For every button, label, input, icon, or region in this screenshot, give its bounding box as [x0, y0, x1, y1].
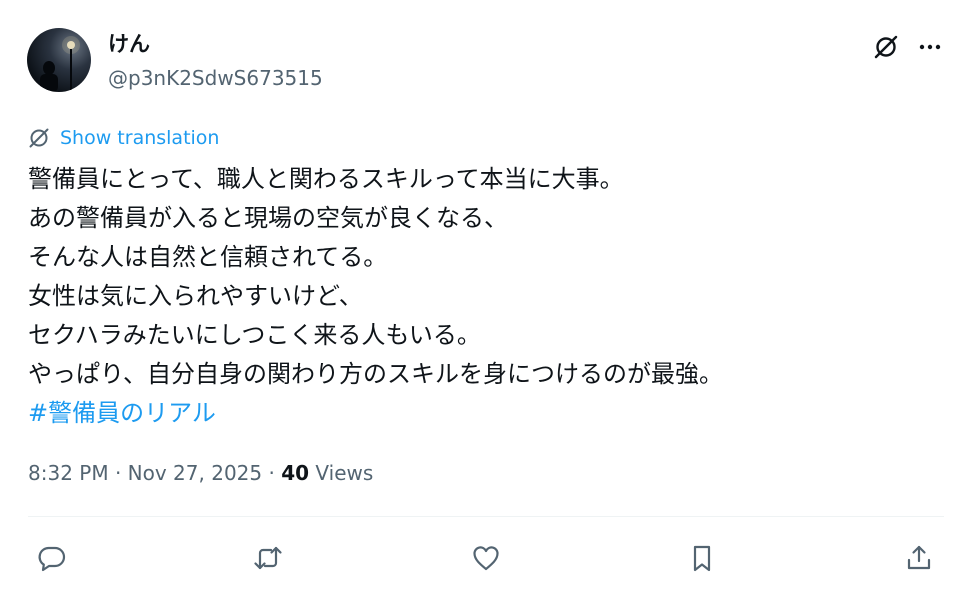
share-button[interactable] [897, 536, 941, 580]
avatar[interactable] [27, 28, 91, 92]
tweet-meta: 8:32 PM · Nov 27, 2025 · 40 Views [28, 458, 373, 488]
tweet-line: あの警備員が入ると現場の空気が良くなる、 [28, 204, 508, 232]
divider [28, 516, 944, 517]
user-handle[interactable]: @p3nK2SdwS673515 [108, 64, 323, 92]
retweet-button[interactable] [246, 536, 290, 580]
bookmark-icon [693, 545, 711, 572]
show-translation-label: Show translation [60, 127, 220, 149]
more-icon [919, 44, 941, 50]
grok-button[interactable] [870, 31, 902, 63]
display-name[interactable]: けん [108, 30, 150, 58]
retweet-icon [254, 546, 282, 570]
show-translation-link[interactable]: Show translation [28, 124, 219, 152]
timestamp[interactable]: 8:32 PM · Nov 27, 2025 · [28, 461, 281, 485]
grok-icon [874, 35, 898, 59]
tweet-line: 警備員にとって、職人と関わるスキルって本当に大事。 [28, 165, 624, 193]
share-icon [907, 545, 931, 570]
reply-button[interactable] [30, 536, 74, 580]
tweet-line: そんな人は自然と信頼されてる。 [28, 243, 388, 271]
tweet-text: 警備員にとって、職人と関わるスキルって本当に大事。 あの警備員が入ると現場の空気… [28, 160, 948, 433]
like-icon [473, 546, 499, 571]
reply-icon [38, 546, 66, 572]
more-button[interactable] [914, 31, 946, 63]
action-bar [0, 536, 970, 580]
like-button[interactable] [464, 536, 508, 580]
views-count: 40 [281, 461, 310, 485]
views-label: Views [309, 461, 374, 485]
hashtag-link[interactable]: #警備員のリアル [28, 399, 216, 427]
tweet-line: やっぱり、自分自身の関わり方のスキルを身につけるのが最強。 [28, 360, 724, 388]
tweet-line: セクハラみたいにしつこく来る人もいる。 [28, 321, 481, 349]
translate-icon [29, 128, 49, 148]
bookmark-button[interactable] [680, 536, 724, 580]
tweet-line: 女性は気に入られやすいけど、 [28, 282, 363, 310]
